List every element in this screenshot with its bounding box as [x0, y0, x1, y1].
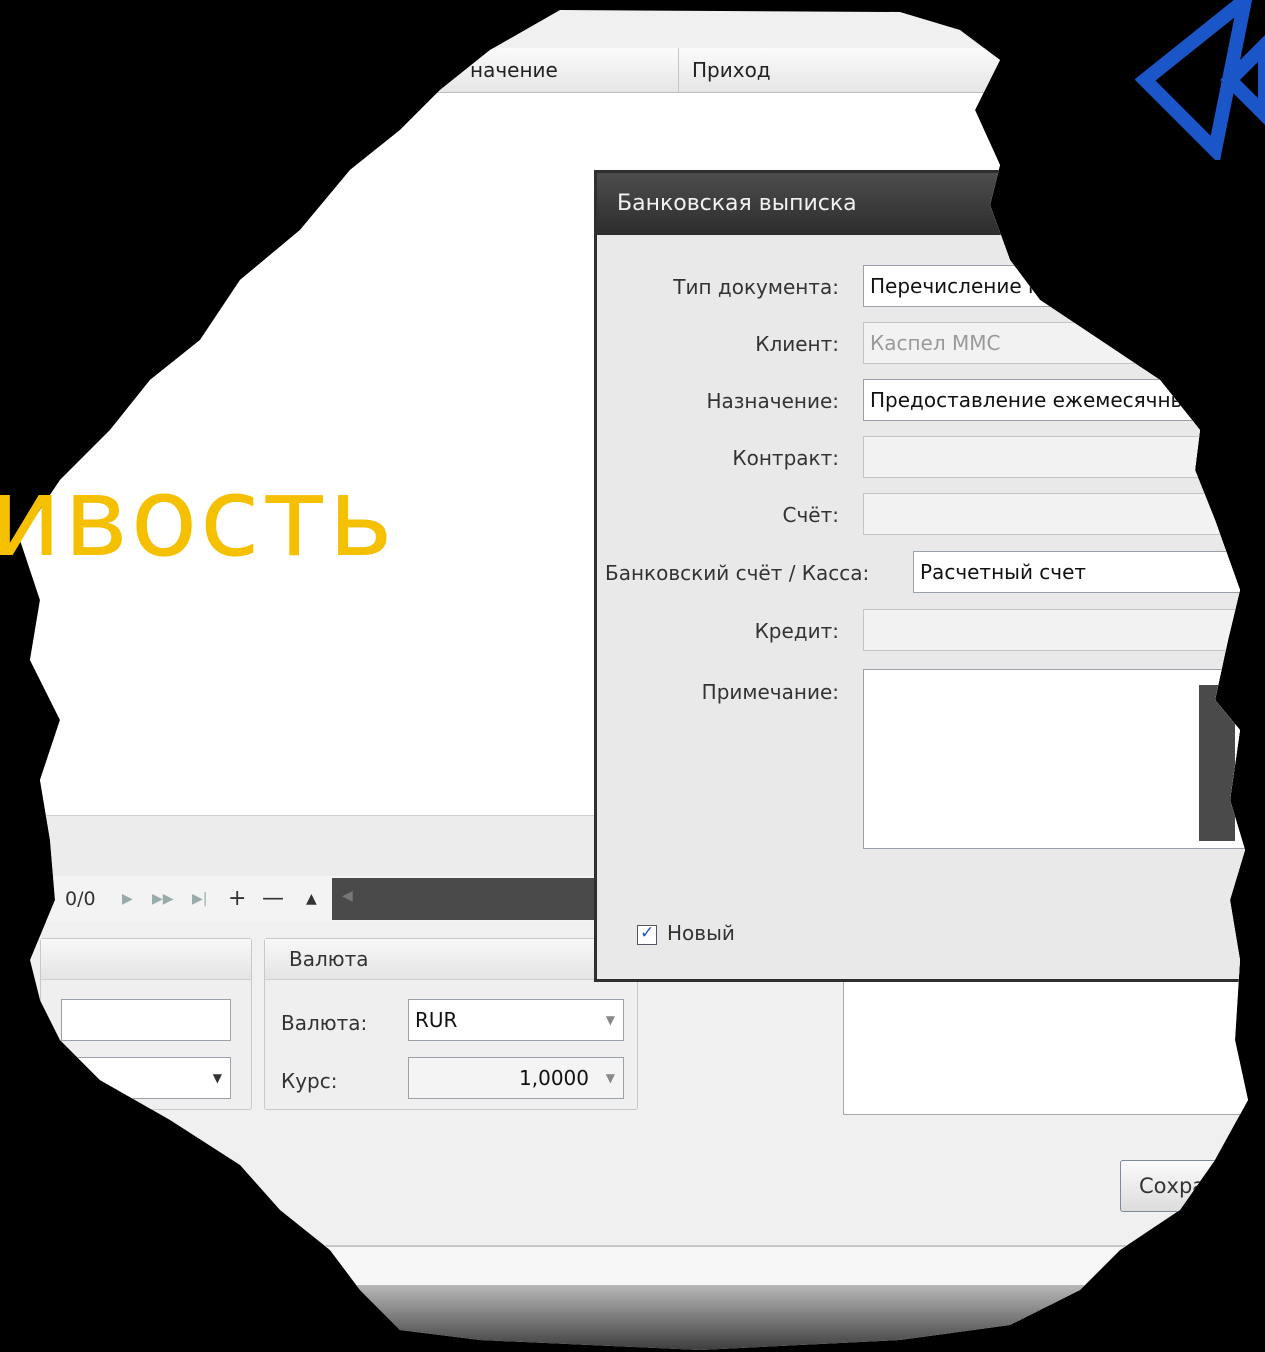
note-label: Примечание: — [701, 680, 839, 704]
record-position: 0/0 — [65, 888, 96, 910]
rate-label: Курс: — [281, 1069, 338, 1093]
overlay-heading: ивость — [0, 453, 396, 581]
client-field[interactable]: Каспел ММС — [863, 322, 1248, 364]
spinner-icon[interactable]: ▼ — [606, 1058, 615, 1098]
last-icon[interactable]: ▶| — [192, 876, 207, 922]
fast-forward-icon[interactable]: ▶▶ — [152, 876, 174, 922]
grid-header: начение Приход — [20, 48, 1248, 93]
contract-field[interactable] — [863, 436, 1248, 478]
add-icon[interactable]: + — [228, 876, 246, 922]
credit-field[interactable] — [863, 609, 1248, 651]
next-icon[interactable]: ▶ — [122, 876, 133, 922]
bottom-toolbar — [20, 1245, 1248, 1287]
bank-account-label: Банковский счёт / Касса: — [605, 561, 870, 585]
doc-type-label: Тип документа: — [673, 275, 839, 299]
doc-type-select[interactable]: Перечисление на счёт — [863, 265, 1248, 307]
scroll-left-icon[interactable]: ◀ — [342, 888, 353, 904]
logo-icon — [1135, 0, 1265, 160]
chevron-down-icon[interactable]: ▼ — [213, 1058, 222, 1098]
left-text-field[interactable] — [61, 999, 231, 1041]
currency-label: Валюта: — [281, 1011, 368, 1035]
column-header-income[interactable]: Приход — [692, 48, 771, 92]
bank-statement-dialog: Банковская выписка Тип документа: Перечи… — [594, 170, 1248, 982]
column-separator[interactable] — [678, 48, 679, 92]
contract-label: Контракт: — [732, 446, 839, 470]
left-dropdown[interactable]: ▼ — [61, 1057, 231, 1099]
currency-select[interactable]: RUR ▼ — [408, 999, 624, 1041]
save-button[interactable]: Сохра — [1120, 1160, 1248, 1212]
remove-icon[interactable]: — — [262, 876, 284, 922]
rate-value: 1,0000 — [519, 1066, 589, 1090]
note-scrollbar[interactable] — [1199, 685, 1235, 841]
chevron-down-icon[interactable]: ▼ — [606, 1000, 615, 1040]
account-label: Счёт: — [782, 503, 839, 527]
checkmark-icon: ✓ — [640, 923, 655, 943]
left-group-title — [41, 939, 251, 980]
new-checkbox[interactable]: ✓ — [637, 923, 657, 945]
credit-label: Кредит: — [754, 619, 839, 643]
currency-group: Валюта Валюта: RUR ▼ Курс: 1,0000 ▼ — [264, 938, 638, 1110]
rate-spinner[interactable]: 1,0000 ▼ — [408, 1057, 624, 1099]
bottom-shadow — [20, 1285, 1248, 1350]
horizontal-scrollbar[interactable]: ◀ — [332, 878, 602, 920]
new-checkbox-label: Новый — [667, 921, 735, 945]
purpose-field[interactable]: Предоставление ежемесячны — [863, 379, 1248, 421]
column-header-purpose[interactable]: начение — [470, 48, 558, 92]
up-icon[interactable]: ▲ — [306, 876, 317, 922]
app-window: начение Приход 0/0 ▶ ▶▶ ▶| + — ▲ ◀ ▼ Вал… — [20, 10, 1248, 1350]
dialog-body: Тип документа: Перечисление на счёт Клие… — [597, 235, 1248, 979]
client-label: Клиент: — [755, 332, 839, 356]
account-field[interactable] — [863, 493, 1248, 535]
notes-area-background[interactable] — [843, 980, 1248, 1115]
dialog-title[interactable]: Банковская выписка — [597, 173, 1248, 235]
currency-group-title: Валюта — [265, 939, 637, 980]
currency-value: RUR — [415, 1008, 458, 1032]
bank-account-select[interactable]: Расчетный счет — [913, 551, 1248, 593]
left-group: ▼ — [40, 938, 252, 1110]
purpose-label: Назначение: — [706, 389, 840, 413]
